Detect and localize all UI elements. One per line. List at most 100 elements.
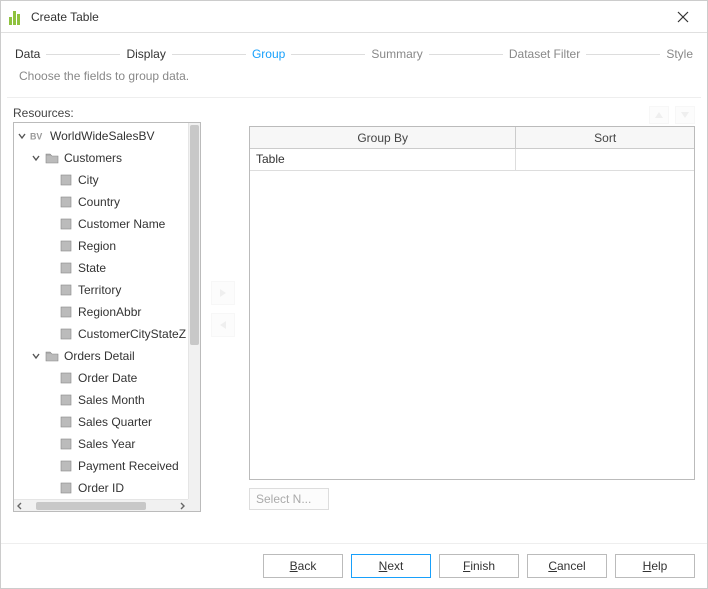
divider (7, 97, 701, 98)
field-icon (58, 283, 74, 297)
field-icon (58, 371, 74, 385)
tree-field-region[interactable]: Region (14, 235, 188, 257)
cell-group-by[interactable]: Table (250, 149, 516, 170)
scrollbar-thumb[interactable] (36, 502, 146, 510)
step-data[interactable]: Data (15, 47, 40, 61)
tree-node-label: Order Date (78, 371, 137, 385)
add-to-group-button[interactable] (211, 281, 235, 305)
tree-node-label: Customer Name (78, 217, 165, 231)
field-icon (58, 195, 74, 209)
tree-field-order-date[interactable]: Order Date (14, 367, 188, 389)
folder-icon (44, 349, 60, 363)
folder-icon (44, 151, 60, 165)
chevron-down-icon[interactable] (16, 130, 28, 142)
tree-node-label: Sales Year (78, 437, 135, 451)
app-icon (9, 9, 25, 25)
arrow-up-icon (654, 110, 664, 120)
move-down-button[interactable] (675, 106, 695, 124)
tree-node-label: Orders Detail (64, 349, 135, 363)
help-button[interactable]: Help (615, 554, 695, 578)
tree-node-label: Country (78, 195, 120, 209)
step-dataset-filter[interactable]: Dataset Filter (509, 47, 580, 61)
cancel-button[interactable]: Cancel (527, 554, 607, 578)
remove-from-group-button[interactable] (211, 313, 235, 337)
step-summary[interactable]: Summary (371, 47, 422, 61)
tree-field-sales-quarter[interactable]: Sales Quarter (14, 411, 188, 433)
step-separator (172, 54, 246, 55)
tree-field-country[interactable]: Country (14, 191, 188, 213)
tree-node-label: City (78, 173, 99, 187)
tree-node-label: Sales Quarter (78, 415, 152, 429)
resources-tree[interactable]: BV WorldWideSalesBV Customers (13, 122, 201, 512)
field-icon (58, 393, 74, 407)
tree-field-customer-name[interactable]: Customer Name (14, 213, 188, 235)
tree-node-root[interactable]: BV WorldWideSalesBV (14, 125, 188, 147)
field-icon (58, 437, 74, 451)
move-up-button[interactable] (649, 106, 669, 124)
tree-node-label: Order ID (78, 481, 124, 495)
step-separator (586, 54, 660, 55)
tree-node-label: RegionAbbr (78, 305, 141, 319)
tree-field-payment-received[interactable]: Payment Received (14, 455, 188, 477)
field-icon (58, 481, 74, 495)
step-separator (291, 54, 365, 55)
scrollbar-thumb[interactable] (190, 125, 199, 345)
column-header-group-by[interactable]: Group By (250, 127, 516, 148)
field-icon (58, 327, 74, 341)
tree-field-state[interactable]: State (14, 257, 188, 279)
vertical-scrollbar[interactable] (188, 123, 200, 499)
tree-node-customers[interactable]: Customers (14, 147, 188, 169)
tree-field-order-id[interactable]: Order ID (14, 477, 188, 499)
step-display[interactable]: Display (126, 47, 165, 61)
step-group[interactable]: Group (252, 47, 285, 61)
scroll-right-icon[interactable] (176, 500, 188, 512)
tree-field-territory[interactable]: Territory (14, 279, 188, 301)
tree-node-label: WorldWideSalesBV (50, 129, 154, 143)
horizontal-scrollbar[interactable] (14, 499, 188, 511)
tree-node-label: Region (78, 239, 116, 253)
tree-field-city[interactable]: City (14, 169, 188, 191)
tree-field-sales-month[interactable]: Sales Month (14, 389, 188, 411)
table-row[interactable]: Table (250, 149, 694, 171)
field-icon (58, 173, 74, 187)
step-style[interactable]: Style (666, 47, 693, 61)
tree-node-label: CustomerCityStateZ (78, 327, 186, 341)
group-grid[interactable]: Group By Sort Table (249, 126, 695, 480)
arrow-down-icon (680, 110, 690, 120)
cell-sort[interactable] (516, 149, 694, 170)
tree-node-orders-detail[interactable]: Orders Detail (14, 345, 188, 367)
select-n-button[interactable]: Select N... (249, 488, 329, 510)
chevron-down-icon[interactable] (30, 350, 42, 362)
arrow-left-icon (216, 318, 230, 332)
step-separator (46, 54, 120, 55)
back-button[interactable]: Back (263, 554, 343, 578)
tree-node-label: Territory (78, 283, 121, 297)
tree-node-label: State (78, 261, 106, 275)
scrollbar-corner (188, 499, 200, 511)
finish-button[interactable]: Finish (439, 554, 519, 578)
wizard-steps: Data Display Group Summary Dataset Filte… (1, 33, 707, 69)
field-icon (58, 217, 74, 231)
tree-field-customer-city-state[interactable]: CustomerCityStateZ (14, 323, 188, 345)
wizard-footer: Back Next Finish Cancel Help (1, 543, 707, 588)
arrow-right-icon (216, 286, 230, 300)
field-icon (58, 305, 74, 319)
next-button[interactable]: Next (351, 554, 431, 578)
svg-text:BV: BV (30, 132, 42, 142)
step-separator (429, 54, 503, 55)
close-icon (677, 11, 689, 23)
tree-node-label: Payment Received (78, 459, 179, 473)
tree-node-label: Sales Month (78, 393, 145, 407)
tree-field-region-abbr[interactable]: RegionAbbr (14, 301, 188, 323)
instruction-text: Choose the fields to group data. (1, 69, 707, 97)
column-header-sort[interactable]: Sort (516, 127, 694, 148)
tree-node-label: Customers (64, 151, 122, 165)
chevron-down-icon[interactable] (30, 152, 42, 164)
tree-field-sales-year[interactable]: Sales Year (14, 433, 188, 455)
scroll-left-icon[interactable] (14, 500, 26, 512)
close-button[interactable] (667, 1, 699, 33)
field-icon (58, 261, 74, 275)
resources-label: Resources: (13, 106, 201, 120)
field-icon (58, 459, 74, 473)
field-icon (58, 415, 74, 429)
